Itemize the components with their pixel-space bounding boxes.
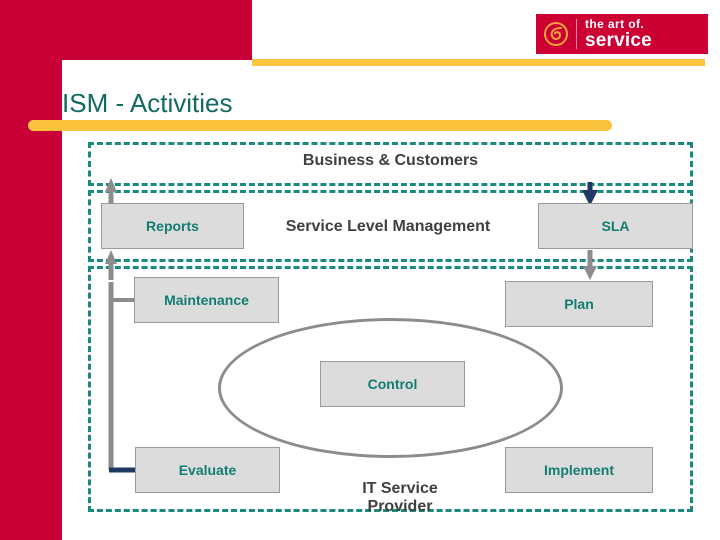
zone-label-service-level-management: Service Level Management xyxy=(285,218,491,235)
slide-canvas: the art of. service ISM - Activities Bus… xyxy=(0,0,720,540)
node-reports-label: Reports xyxy=(146,218,199,234)
node-maintenance-label: Maintenance xyxy=(164,292,249,308)
node-control[interactable]: Control xyxy=(320,361,465,407)
node-maintenance[interactable]: Maintenance xyxy=(134,277,279,323)
node-sla[interactable]: SLA xyxy=(538,203,693,249)
zone-label-business-customers: Business & Customers xyxy=(302,152,479,169)
ism-activities-diagram: Business & Customers Service Level Manag… xyxy=(0,0,720,540)
node-sla-label: SLA xyxy=(601,218,630,234)
node-plan-label: Plan xyxy=(564,296,594,312)
node-reports[interactable]: Reports xyxy=(101,203,244,249)
node-evaluate-label: Evaluate xyxy=(178,462,237,478)
node-evaluate[interactable]: Evaluate xyxy=(135,447,280,493)
node-implement-label: Implement xyxy=(543,462,614,478)
zone-label-it-service-provider: IT Service Provider xyxy=(362,480,438,516)
node-control-label: Control xyxy=(367,376,418,392)
node-plan[interactable]: Plan xyxy=(505,281,653,327)
node-implement[interactable]: Implement xyxy=(505,447,653,493)
